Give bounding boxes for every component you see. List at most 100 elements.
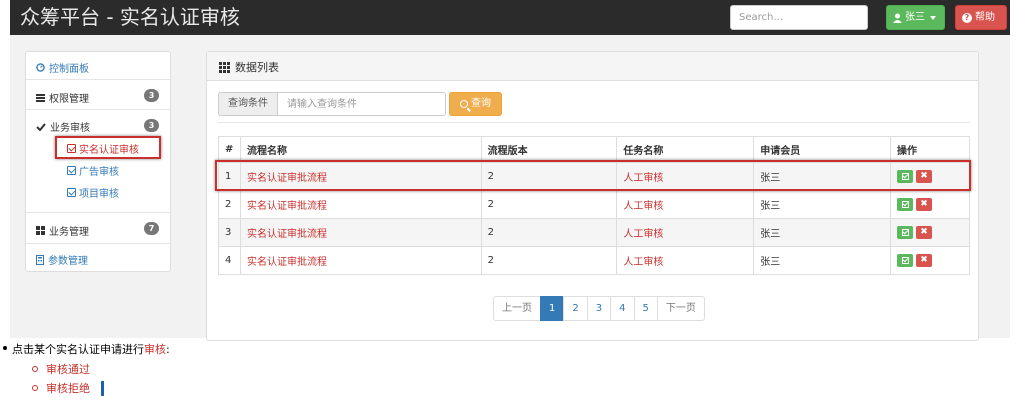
applicant: 张三 xyxy=(753,190,891,219)
panel-title: 数据列表 xyxy=(235,61,279,74)
divider xyxy=(218,122,970,123)
reject-button[interactable]: ✖ xyxy=(916,226,932,239)
sidebar-subitem-ad-audit[interactable]: 广告审核 xyxy=(67,163,119,178)
approve-button[interactable] xyxy=(897,198,913,211)
data-list-panel: 数据列表 查询条件 查询 # 流程名称 流程版本 任务名称 申请会员 操作 xyxy=(206,51,979,341)
page-button[interactable]: 1 xyxy=(540,296,565,321)
user-name: 张三 xyxy=(905,12,925,23)
instruction-subitem: 审核通过 xyxy=(32,361,90,377)
instruction-subitem-text: 审核拒绝 xyxy=(46,382,90,395)
check-square-icon xyxy=(67,188,76,197)
sidebar-subitem-label: 广告审核 xyxy=(79,167,119,178)
reject-button[interactable]: ✖ xyxy=(916,198,932,211)
query-input[interactable] xyxy=(277,92,446,116)
process-version: 2 xyxy=(480,190,618,219)
page-button[interactable]: 4 xyxy=(610,296,635,321)
approve-button[interactable] xyxy=(897,170,913,183)
sidebar-item-label: 参数管理 xyxy=(48,256,88,267)
reject-button[interactable]: ✖ xyxy=(916,170,932,183)
search-input[interactable] xyxy=(730,5,868,30)
question-icon: ? xyxy=(962,12,972,23)
task-name-link[interactable]: 人工审核 xyxy=(616,218,755,247)
sidebar-item-label: 权限管理 xyxy=(49,94,89,105)
panel-title-row: 数据列表 xyxy=(219,59,279,75)
sidebar-item-label: 控制面板 xyxy=(49,64,89,75)
instruction-subitem: 审核拒绝 xyxy=(32,380,104,396)
circle-bullet-icon xyxy=(32,366,38,372)
task-name-link[interactable]: 人工审核 xyxy=(616,162,755,191)
column-header: # xyxy=(218,136,241,163)
brand-title: 众筹平台 - 实名认证审核 xyxy=(20,5,240,29)
help-label: 帮助 xyxy=(975,12,995,23)
column-header: 操作 xyxy=(890,136,970,163)
instruction-suffix: : xyxy=(166,343,170,356)
sidebar-item-params[interactable]: 参数管理 xyxy=(26,244,170,272)
grid-icon xyxy=(36,226,45,235)
prev-page-button[interactable]: 上一页 xyxy=(493,296,541,321)
process-name-link[interactable]: 实名认证审批流程 xyxy=(239,190,482,219)
column-header: 流程名称 xyxy=(239,136,482,163)
check-square-icon xyxy=(67,144,76,153)
task-name-link[interactable]: 人工审核 xyxy=(616,246,755,275)
list-icon xyxy=(36,93,45,102)
edit-check-icon xyxy=(901,173,909,180)
sidebar-subitem-realname-audit[interactable]: 实名认证审核 xyxy=(67,141,139,156)
table-row[interactable]: 1 实名认证审批流程 2 人工审核 张三 ✖ xyxy=(218,162,970,191)
table-row[interactable]: 2 实名认证审批流程 2 人工审核 张三 ✖ xyxy=(218,190,970,219)
page-button[interactable]: 3 xyxy=(586,296,612,321)
sidebar-item-label-row: 权限管理 xyxy=(36,90,89,105)
row-index: 1 xyxy=(218,162,241,191)
sidebar-item-label: 业务管理 xyxy=(49,227,89,238)
process-name-link[interactable]: 实名认证审批流程 xyxy=(239,162,482,191)
table-header-row: # 流程名称 流程版本 任务名称 申请会员 操作 xyxy=(218,136,970,163)
sidebar-subitem-label: 实名认证审核 xyxy=(79,145,139,156)
instruction-prefix: 点击某个实名认证申请进行 xyxy=(12,343,144,356)
sidebar-subitem-project-audit[interactable]: 项目审核 xyxy=(67,185,119,200)
page-button[interactable]: 2 xyxy=(563,296,588,321)
sidebar-item-permissions[interactable]: 权限管理 3 xyxy=(26,80,170,110)
bullet-dot xyxy=(3,346,7,350)
query-label: 查询条件 xyxy=(218,92,278,116)
help-button[interactable]: ? 帮助 xyxy=(955,5,1007,30)
top-navbar: 众筹平台 - 实名认证审核 张三 ? 帮助 xyxy=(10,0,1010,35)
th-icon xyxy=(219,61,230,73)
query-button[interactable]: 查询 xyxy=(449,92,502,116)
edit-check-icon xyxy=(901,201,909,208)
process-name-link[interactable]: 实名认证审批流程 xyxy=(239,246,482,275)
instruction-notes: 点击某个实名认证申请进行审核: 审核通过 审核拒绝 xyxy=(0,340,1022,408)
user-menu-button[interactable]: 张三 xyxy=(886,5,945,30)
app-frame: 众筹平台 - 实名认证审核 张三 ? 帮助 控制面板 权限管理 3 xyxy=(10,0,1010,341)
count-badge: 7 xyxy=(144,222,159,235)
pagination: 上一页 1 2 3 4 5 下一页 xyxy=(493,296,705,321)
task-name-link[interactable]: 人工审核 xyxy=(616,190,755,219)
panel-header: 数据列表 xyxy=(207,52,978,81)
process-version: 2 xyxy=(480,218,618,247)
sidebar-item-business-audit[interactable]: 业务审核 3 实名认证审核 广告审核 项目审核 xyxy=(26,110,170,213)
table-row[interactable]: 4 实名认证审批流程 2 人工审核 张三 ✖ xyxy=(218,246,970,275)
row-index: 3 xyxy=(218,218,241,247)
approve-button[interactable] xyxy=(897,254,913,267)
approve-button[interactable] xyxy=(897,226,913,239)
reject-button[interactable]: ✖ xyxy=(916,254,932,267)
process-name-link[interactable]: 实名认证审批流程 xyxy=(239,218,482,247)
applicant: 张三 xyxy=(753,162,891,191)
page-button[interactable]: 5 xyxy=(633,296,658,321)
row-actions: ✖ xyxy=(890,218,970,247)
table-row[interactable]: 3 实名认证审批流程 2 人工审核 张三 ✖ xyxy=(218,218,970,247)
text-cursor xyxy=(101,380,104,396)
sidebar-item-label-row: 参数管理 xyxy=(36,252,88,267)
next-page-button[interactable]: 下一页 xyxy=(656,296,705,321)
user-icon xyxy=(893,13,902,23)
instruction-subitem-text: 审核通过 xyxy=(46,363,90,376)
sidebar-item-business-manage[interactable]: 业务管理 7 xyxy=(26,213,170,244)
calculator-icon xyxy=(36,254,44,265)
search-icon xyxy=(460,100,468,108)
sidebar-item-label-row: 控制面板 xyxy=(36,60,89,75)
dashboard-icon xyxy=(36,63,45,72)
row-actions: ✖ xyxy=(890,246,970,275)
row-index: 4 xyxy=(218,246,241,275)
applicant: 张三 xyxy=(753,246,891,275)
query-button-label: 查询 xyxy=(471,98,491,109)
caret-down-icon xyxy=(930,15,936,20)
sidebar-item-dashboard[interactable]: 控制面板 xyxy=(26,52,170,80)
